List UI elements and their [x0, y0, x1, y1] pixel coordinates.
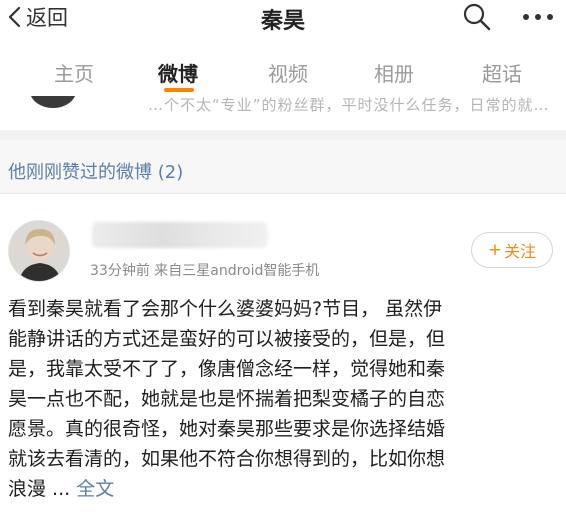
avatar	[30, 96, 76, 108]
liked-posts-header[interactable]: 他刚刚赞过的微博 (2)	[0, 140, 566, 194]
post-content: 看到秦昊就看了会那个什么婆婆妈妈?节目， 虽然伊 能静讲话的方式还是蛮好的可以被…	[8, 294, 558, 504]
post-text-line: 是，我靠太受不了了，像唐僧念经一样，觉得她和秦	[8, 358, 446, 380]
post-text-line: 昊一点也不配，她就是也是怀揣着把梨变橘子的自恋	[8, 388, 446, 410]
tab-supertopic[interactable]: 超话	[482, 58, 522, 87]
top-navigation-bar: 返回 秦昊	[0, 0, 566, 42]
tab-home[interactable]: 主页	[54, 58, 94, 87]
tab-album[interactable]: 相册	[374, 58, 414, 87]
divider	[0, 130, 566, 140]
active-tab-indicator	[164, 88, 194, 92]
search-button[interactable]	[462, 2, 492, 32]
previous-post-preview[interactable]: …个不太“专业”的粉丝群，平时没什么任务，日常的就…	[0, 96, 566, 130]
profile-tabs: 主页 微博 视频 相册 超话	[0, 42, 566, 100]
avatar[interactable]	[8, 220, 70, 282]
post-text-line: 就该去看清的，如果他不符合你想得到的，比如你想	[8, 448, 446, 470]
full-text-link[interactable]: 全文	[76, 478, 114, 500]
post-text-tail: 浪漫 ...	[8, 478, 77, 500]
username-blurred	[92, 222, 268, 248]
follow-button[interactable]: + 关注	[471, 232, 553, 268]
post-meta: 33分钟前 来自三星android智能手机	[90, 263, 320, 279]
weibo-post[interactable]: 33分钟前 来自三星android智能手机 + 关注 看到秦昊就看了会那个什么婆…	[0, 194, 566, 526]
post-text-line: 能静讲话的方式还是蛮好的可以被接受的，但是，但	[8, 328, 446, 350]
liked-posts-label: 他刚刚赞过的微博 (2)	[8, 162, 184, 183]
search-icon	[463, 3, 491, 31]
post-text-last-line: 浪漫 ... 全文	[8, 474, 558, 504]
post-text-line: 愿景。真的很奇怪，她对秦昊那些要求是你选择结婚	[8, 418, 446, 440]
previous-post-snippet: …个不太“专业”的粉丝群，平时没什么任务，日常的就…	[148, 96, 550, 114]
more-options-button[interactable]	[518, 2, 558, 32]
tab-video[interactable]: 视频	[268, 58, 308, 87]
more-dots-icon	[523, 14, 553, 20]
plus-icon: +	[487, 240, 503, 260]
portrait-image	[9, 221, 69, 281]
post-text-line: 看到秦昊就看了会那个什么婆婆妈妈?节目， 虽然伊	[8, 298, 443, 320]
tab-weibo[interactable]: 微博	[158, 58, 198, 87]
follow-label: 关注	[504, 242, 537, 261]
